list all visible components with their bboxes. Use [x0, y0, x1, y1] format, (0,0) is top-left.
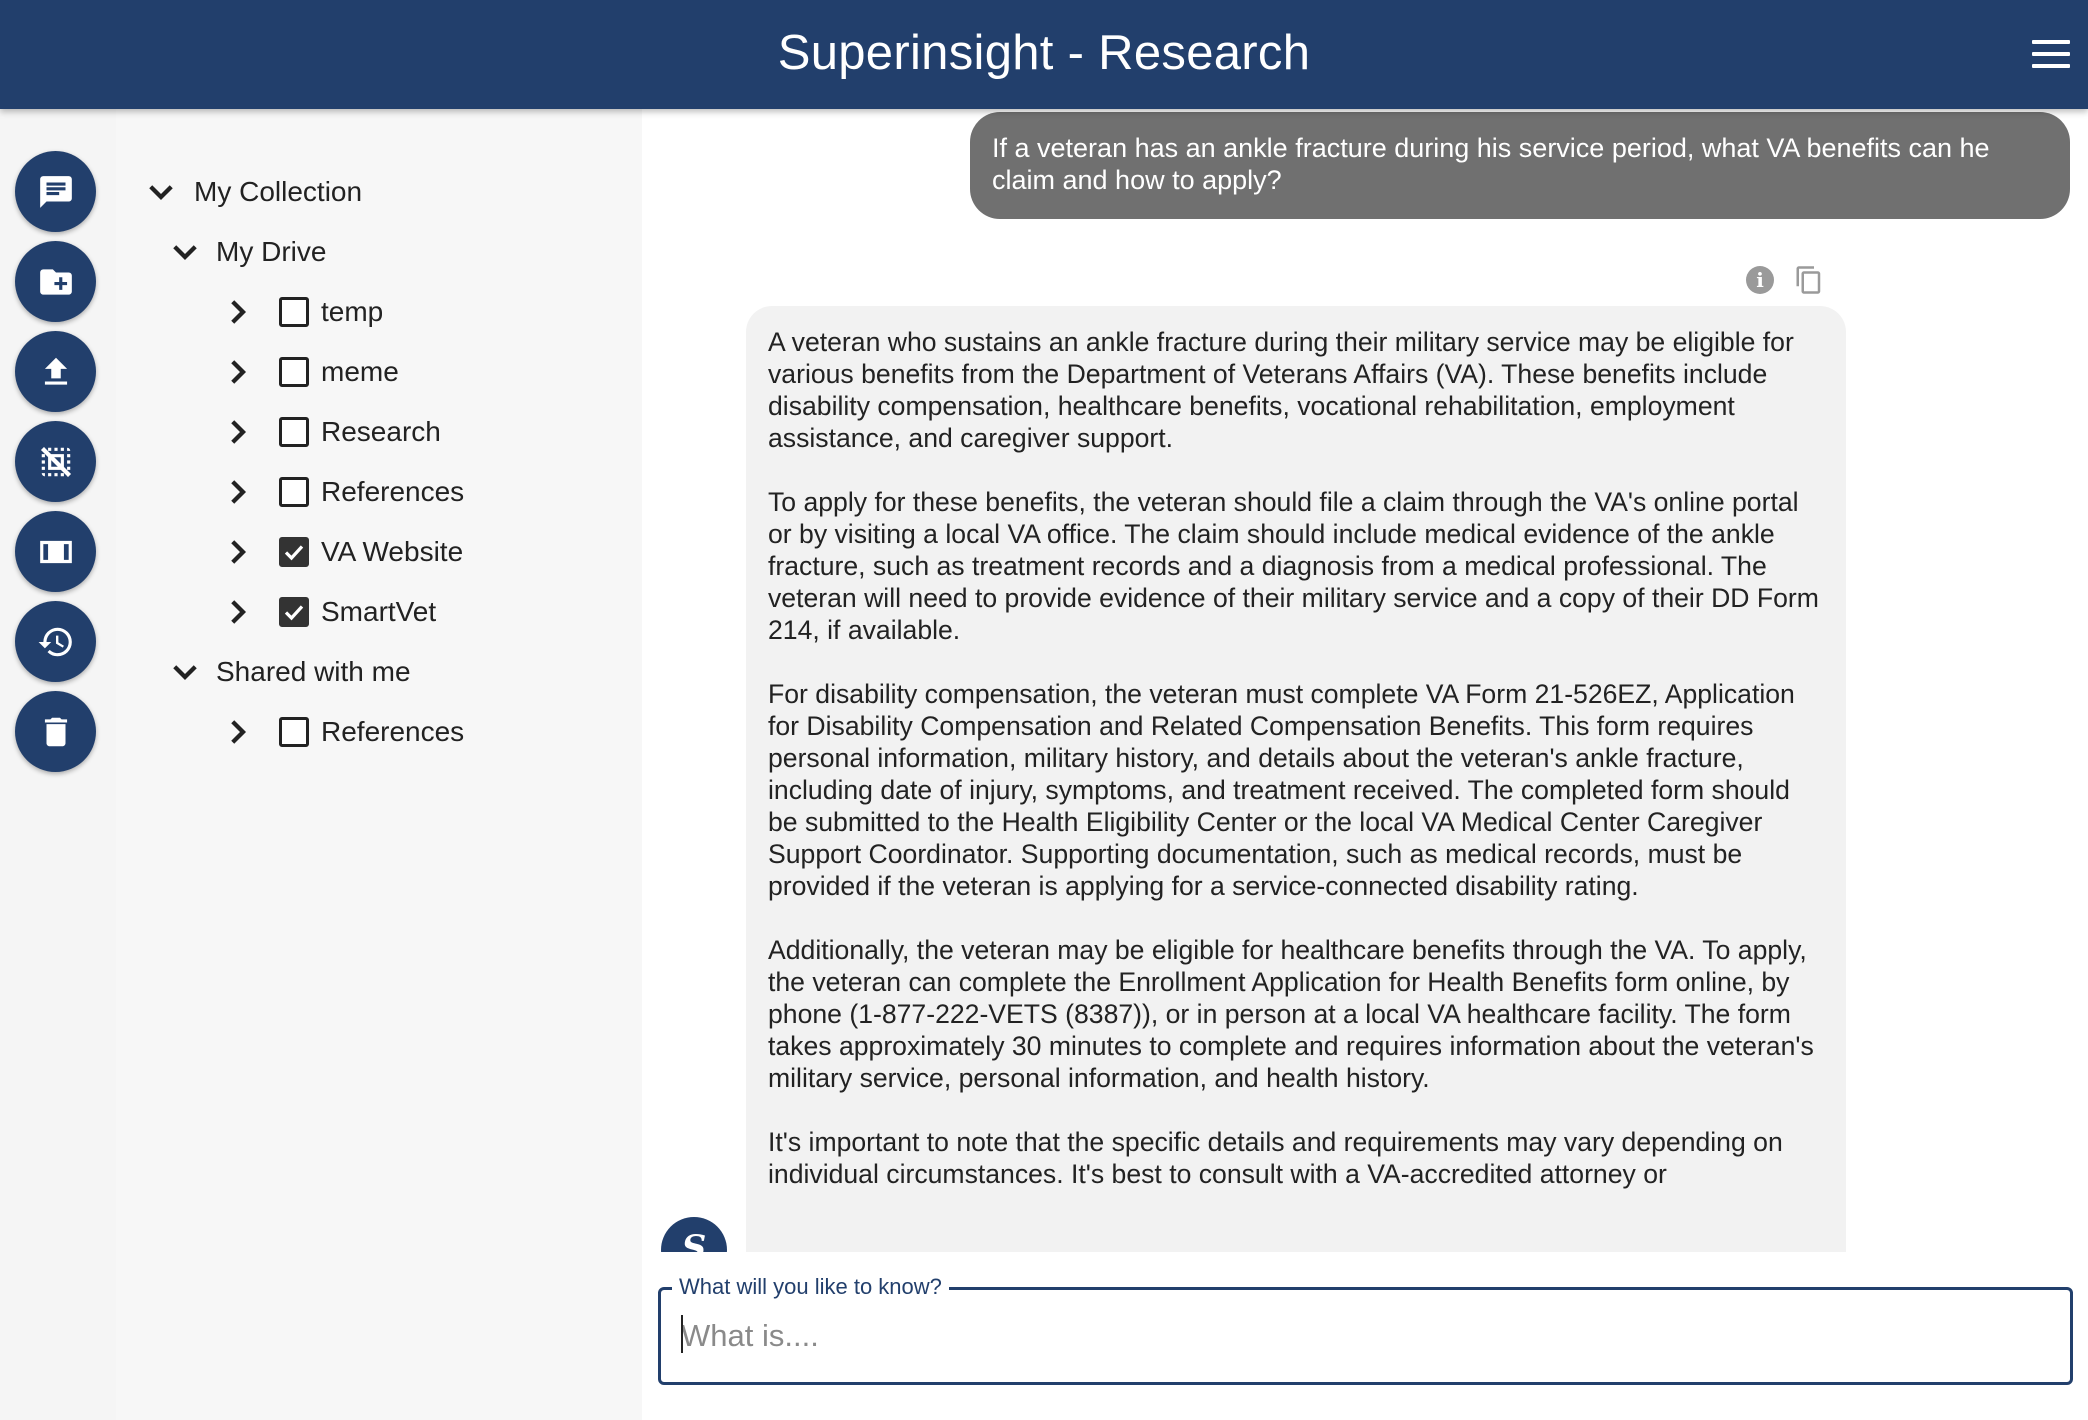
- tree-node-label: My Collection: [194, 176, 363, 207]
- action-rail: [0, 109, 116, 1420]
- tree-item-label: Research: [321, 416, 441, 447]
- checkbox-checked[interactable]: [279, 597, 309, 627]
- user-message: If a veteran has an ankle fracture durin…: [970, 112, 2070, 219]
- chevron-right-icon[interactable]: [221, 475, 255, 509]
- tree-node-label: My Drive: [216, 236, 327, 267]
- folder-plus-icon: [39, 268, 72, 295]
- copy-icon[interactable]: [1794, 263, 1824, 297]
- chevron-down-icon[interactable]: [168, 655, 202, 689]
- question-input-label: What will you like to know?: [672, 1272, 949, 1302]
- chat-button[interactable]: [15, 151, 96, 232]
- chevron-right-icon[interactable]: [221, 715, 255, 749]
- chevron-right-icon[interactable]: [221, 415, 255, 449]
- checkbox[interactable]: [279, 477, 309, 507]
- upload-icon: [44, 357, 67, 385]
- tree-item-label: References: [321, 476, 465, 507]
- tree-item-meme[interactable]: meme: [221, 342, 399, 402]
- hamburger-menu-icon[interactable]: [2032, 40, 2070, 68]
- text-caret: [681, 1315, 683, 1353]
- deselect-button[interactable]: [15, 421, 96, 502]
- info-icon[interactable]: i: [1746, 266, 1774, 294]
- assistant-message: A veteran who sustains an ankle fracture…: [746, 306, 1846, 1254]
- panel-button[interactable]: [15, 511, 96, 592]
- tree-item-label: temp: [321, 296, 384, 327]
- checkbox[interactable]: [279, 717, 309, 747]
- chevron-down-icon[interactable]: [168, 235, 202, 269]
- history-button[interactable]: [15, 601, 96, 682]
- app-title: Superinsight - Research: [777, 26, 1311, 80]
- checkbox-checked[interactable]: [279, 537, 309, 567]
- history-icon: [38, 627, 72, 656]
- app-header: Superinsight - Research: [0, 0, 2088, 109]
- message-paragraph: It's important to note that the specific…: [768, 1127, 1783, 1189]
- checkbox[interactable]: [279, 297, 309, 327]
- message-paragraph: To apply for these benefits, the veteran…: [768, 487, 1819, 645]
- chevron-down-icon[interactable]: [144, 175, 178, 209]
- checkmark-icon: [284, 545, 304, 561]
- tree-item-smartvet[interactable]: SmartVet: [221, 582, 436, 642]
- collection-tree: My Collection My Drive temp meme Researc…: [116, 109, 642, 1420]
- trash-icon: [44, 717, 67, 746]
- tree-item-va-website[interactable]: VA Website: [221, 522, 463, 582]
- checkbox[interactable]: [279, 357, 309, 387]
- chevron-right-icon[interactable]: [221, 295, 255, 329]
- tree-node-shared-with-me[interactable]: Shared with me: [168, 642, 411, 702]
- chevron-right-icon[interactable]: [221, 355, 255, 389]
- chevron-right-icon[interactable]: [221, 595, 255, 629]
- chat-icon: [39, 175, 72, 208]
- new-folder-button[interactable]: [15, 241, 96, 322]
- tree-item-references[interactable]: References: [221, 462, 464, 522]
- checkmark-icon: [284, 605, 304, 621]
- message-paragraph: For disability compensation, the veteran…: [768, 679, 1795, 901]
- tree-node-my-collection[interactable]: My Collection: [144, 162, 362, 222]
- tree-item-label: SmartVet: [321, 596, 437, 627]
- deselect-icon: [40, 446, 71, 477]
- tree-item-label: meme: [321, 356, 399, 387]
- panel-icon: [39, 540, 72, 563]
- tree-node-label: Shared with me: [216, 656, 411, 687]
- chevron-right-icon[interactable]: [221, 535, 255, 569]
- question-input[interactable]: [681, 1312, 2051, 1360]
- checkbox[interactable]: [279, 417, 309, 447]
- tree-node-my-drive[interactable]: My Drive: [168, 222, 326, 282]
- tree-item-label: References: [321, 716, 465, 747]
- tree-item-research[interactable]: Research: [221, 402, 441, 462]
- delete-button[interactable]: [15, 691, 96, 772]
- message-paragraph: Additionally, the veteran may be eligibl…: [768, 935, 1814, 1093]
- tree-item-shared-references[interactable]: References: [221, 702, 464, 762]
- tree-item-label: VA Website: [321, 536, 464, 567]
- message-paragraph: A veteran who sustains an ankle fracture…: [768, 327, 1794, 453]
- upload-button[interactable]: [15, 331, 96, 412]
- tree-item-temp[interactable]: temp: [221, 282, 383, 342]
